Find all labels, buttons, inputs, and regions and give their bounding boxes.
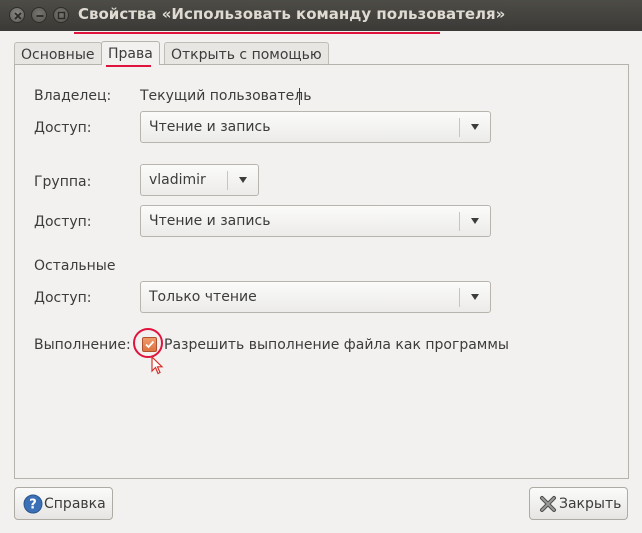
maximize-window-icon[interactable] — [53, 7, 69, 23]
others-access-label: Доступ: — [34, 290, 92, 306]
mouse-cursor-icon — [151, 356, 164, 375]
window-title: Свойства «Использовать команду пользоват… — [78, 5, 506, 23]
tab-open-with[interactable]: Открыть с помощью — [164, 42, 329, 65]
dropdown-arrow-icon — [471, 294, 479, 300]
owner-access-dropdown[interactable]: Чтение и запись — [140, 111, 491, 143]
owner-label: Владелец: — [34, 88, 112, 104]
help-icon: ? — [23, 494, 43, 514]
execute-checkbox-label[interactable]: Разрешить выполнение файла как программы — [164, 337, 509, 353]
group-dropdown[interactable]: vladimir — [140, 164, 259, 196]
title-annotation-underline — [74, 32, 440, 34]
close-button[interactable]: Закрыть — [529, 487, 628, 520]
close-button-label: Закрыть — [559, 496, 622, 512]
help-button[interactable]: ? Справка — [14, 487, 113, 520]
group-label: Группа: — [34, 174, 92, 190]
dropdown-arrow-icon — [471, 124, 479, 130]
group-access-dropdown[interactable]: Чтение и запись — [140, 205, 491, 237]
close-window-icon[interactable] — [9, 7, 25, 23]
window-titlebar: Свойства «Использовать команду пользоват… — [0, 0, 642, 31]
group-access-label: Доступ: — [34, 214, 92, 230]
owner-access-label: Доступ: — [34, 120, 92, 136]
others-access-dropdown[interactable]: Только чтение — [140, 281, 491, 313]
dropdown-separator — [227, 171, 228, 190]
others-label: Остальные — [34, 258, 116, 274]
others-access-value: Только чтение — [149, 289, 257, 305]
minimize-window-icon[interactable] — [31, 7, 47, 23]
tab-permissions[interactable]: Права — [101, 41, 160, 65]
tab-annotation-underline — [106, 65, 151, 67]
checkbox-annotation-circle — [133, 328, 163, 358]
text-caret — [299, 88, 300, 105]
svg-text:?: ? — [29, 498, 37, 513]
dropdown-separator — [459, 212, 460, 231]
group-access-value: Чтение и запись — [149, 213, 271, 229]
dropdown-separator — [459, 288, 460, 307]
close-icon — [540, 496, 556, 512]
dropdown-arrow-icon — [239, 177, 247, 183]
owner-value: Текущий пользователь — [140, 88, 312, 104]
dropdown-arrow-icon — [471, 218, 479, 224]
dropdown-separator — [459, 118, 460, 137]
tab-basic[interactable]: Основные — [14, 42, 102, 65]
execute-label: Выполнение: — [34, 337, 131, 353]
help-button-label: Справка — [44, 496, 106, 512]
owner-access-value: Чтение и запись — [149, 119, 271, 135]
group-value: vladimir — [149, 172, 206, 188]
